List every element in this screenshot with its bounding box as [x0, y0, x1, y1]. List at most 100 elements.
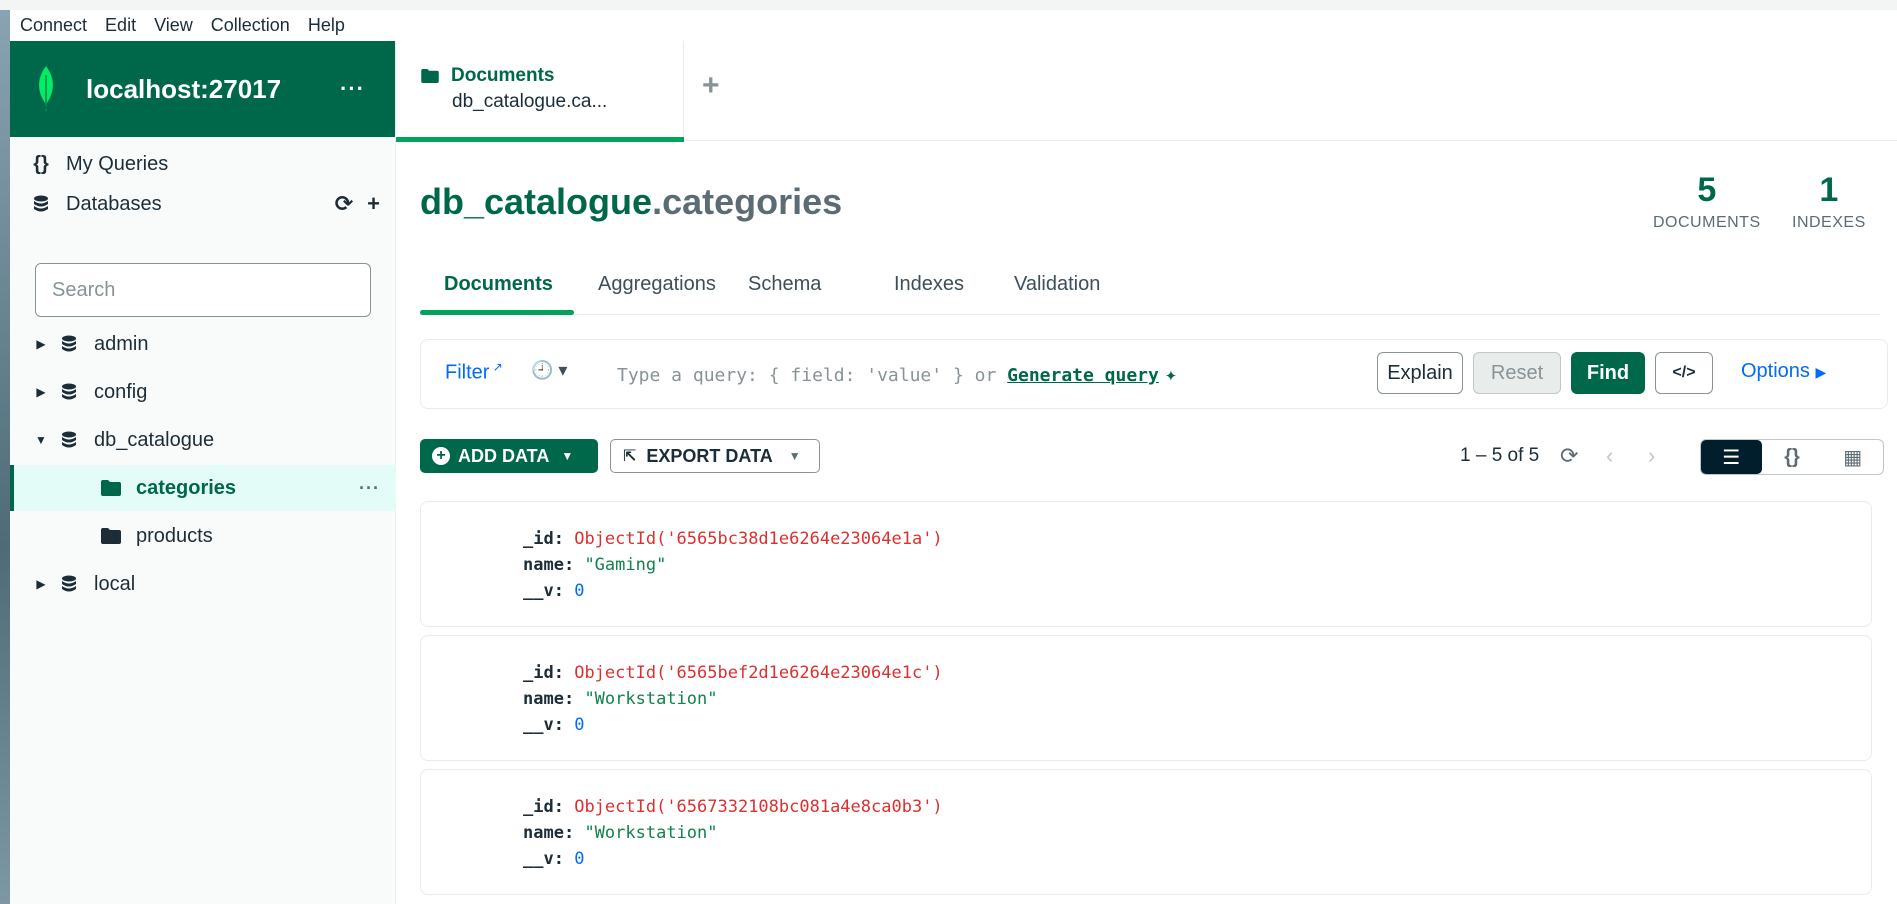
- filter-link[interactable]: Filter ↗: [445, 360, 503, 385]
- sidebar-item-databases[interactable]: Databases ⟳ +: [10, 181, 396, 227]
- window-top-strip: [0, 0, 1897, 10]
- table-view-icon[interactable]: ▦: [1822, 440, 1883, 474]
- menu-connect[interactable]: Connect: [20, 15, 87, 36]
- indexes-label: INDEXES: [1792, 214, 1866, 231]
- folder-icon: [100, 528, 122, 544]
- tab-documents[interactable]: Documents: [444, 273, 553, 296]
- refresh-icon[interactable]: ⟳: [335, 191, 353, 217]
- chevron-right-icon[interactable]: ›: [1648, 443, 1655, 469]
- menu-edit[interactable]: Edit: [105, 15, 136, 36]
- sidebar-item-local[interactable]: ▶ local: [10, 561, 396, 607]
- menu-view[interactable]: View: [154, 15, 193, 36]
- indexes-count: 1: [1819, 171, 1839, 209]
- database-icon: [58, 431, 80, 449]
- database-icon: [58, 383, 80, 401]
- add-data-button[interactable]: + ADD DATA ▼: [420, 439, 598, 473]
- generate-query-link[interactable]: Generate query: [1007, 365, 1159, 386]
- sidebar-search-input[interactable]: Search: [35, 263, 371, 317]
- chevron-down-icon: ▼: [788, 449, 801, 463]
- export-icon: ⇱: [623, 448, 637, 465]
- collection-title: db_catalogue.categories: [420, 181, 842, 223]
- collection-subtabs: Documents Aggregations Schema Indexes Va…: [420, 263, 1880, 315]
- query-history-icon[interactable]: 🕘 ▾: [531, 360, 567, 381]
- folder-icon: [100, 480, 122, 496]
- databases-label: Databases: [66, 192, 162, 215]
- main-panel: Documents db_catalogue.ca... + db_catalo…: [396, 41, 1897, 904]
- db-name: admin: [94, 332, 149, 355]
- caret-down-icon[interactable]: ▼: [34, 433, 48, 447]
- sidebar-item-db-catalogue[interactable]: ▼ db_catalogue: [10, 417, 396, 463]
- menu-help[interactable]: Help: [308, 15, 345, 36]
- sidebar: localhost:27017 ··· {} My Queries Databa…: [10, 41, 396, 904]
- sidebar-item-collection-categories[interactable]: categories ···: [10, 465, 396, 511]
- connection-more-icon[interactable]: ···: [340, 76, 365, 102]
- database-icon: [58, 335, 80, 353]
- chevron-left-icon[interactable]: ‹: [1606, 443, 1613, 469]
- workspace-tab-documents[interactable]: Documents db_catalogue.ca...: [396, 41, 684, 142]
- document-field-v: __v: 0: [523, 849, 585, 869]
- menu-collection[interactable]: Collection: [211, 15, 290, 36]
- find-button[interactable]: Find: [1571, 352, 1645, 394]
- list-view-icon[interactable]: ☰: [1701, 440, 1762, 474]
- workspace-tab-subtitle: db_catalogue.ca...: [452, 91, 608, 112]
- view-toggle-group: ☰ {} ▦: [1700, 439, 1884, 475]
- collection-name: categories: [136, 476, 237, 499]
- explain-button[interactable]: Explain: [1377, 352, 1463, 394]
- reset-button[interactable]: Reset: [1473, 352, 1561, 394]
- query-bar: Filter ↗ 🕘 ▾ Type a query: { field: 'val…: [420, 339, 1888, 409]
- connection-header[interactable]: localhost:27017 ···: [10, 41, 395, 137]
- workspace-tab-title: Documents: [451, 65, 555, 86]
- caret-right-icon[interactable]: ▶: [34, 577, 48, 591]
- indexes-stat: 1 INDEXES: [1792, 171, 1866, 232]
- menubar: Connect Edit View Collection Help: [10, 10, 1897, 40]
- sidebar-item-admin[interactable]: ▶ admin: [10, 321, 396, 367]
- collection-title-name: .categories: [652, 181, 843, 222]
- options-toggle[interactable]: Options ▶: [1741, 360, 1826, 383]
- json-view-icon[interactable]: {}: [1762, 440, 1823, 474]
- tab-active-underline: [396, 137, 684, 142]
- add-database-icon[interactable]: +: [367, 191, 380, 217]
- desktop-background-edge: [0, 10, 10, 904]
- db-name: db_catalogue: [94, 428, 215, 451]
- document-field-name: name: "Workstation": [523, 689, 718, 709]
- active-indicator: [10, 465, 14, 511]
- database-icon: [58, 575, 80, 593]
- plus-circle-icon: +: [432, 447, 450, 465]
- database-icon: [30, 195, 52, 213]
- export-data-button[interactable]: ⇱ EXPORT DATA ▼: [610, 439, 820, 473]
- sparkle-icon: ✦: [1164, 362, 1177, 386]
- workspace-tabstrip: Documents db_catalogue.ca... +: [396, 41, 1897, 142]
- subtab-active-underline: [420, 310, 574, 315]
- pagination-label: 1 – 5 of 5: [1460, 445, 1540, 466]
- caret-right-icon[interactable]: ▶: [34, 385, 48, 399]
- document-field-v: __v: 0: [523, 715, 585, 735]
- folder-icon: [421, 69, 439, 83]
- document-field-id: _id: ObjectId('6565bef2d1e6264e23064e1c'…: [523, 663, 943, 683]
- document-card[interactable]: _id: ObjectId('6567332108bc081a4e8ca0b3'…: [420, 769, 1872, 895]
- tab-aggregations[interactable]: Aggregations: [598, 273, 716, 296]
- tab-indexes[interactable]: Indexes: [894, 273, 964, 296]
- sidebar-item-config[interactable]: ▶ config: [10, 369, 396, 415]
- caret-right-icon: ▶: [1815, 364, 1827, 380]
- caret-right-icon[interactable]: ▶: [34, 337, 48, 351]
- sidebar-item-collection-products[interactable]: products: [10, 513, 396, 559]
- documents-label: DOCUMENTS: [1653, 214, 1761, 231]
- collection-more-icon[interactable]: ···: [359, 478, 380, 499]
- document-field-id: _id: ObjectId('6565bc38d1e6264e23064e1a'…: [523, 529, 943, 549]
- db-name: local: [94, 572, 136, 595]
- document-field-name: name: "Workstation": [523, 823, 718, 843]
- tab-validation[interactable]: Validation: [1014, 273, 1100, 296]
- collection-name: products: [136, 524, 213, 547]
- documents-toolbar: + ADD DATA ▼ ⇱ EXPORT DATA ▼ 1 – 5 of 5 …: [420, 439, 1888, 475]
- refresh-icon[interactable]: ⟳: [1560, 443, 1578, 469]
- tab-schema[interactable]: Schema: [748, 273, 821, 296]
- code-view-button[interactable]: </>: [1655, 352, 1713, 394]
- chevron-down-icon: ▼: [561, 449, 574, 463]
- document-card[interactable]: _id: ObjectId('6565bc38d1e6264e23064e1a'…: [420, 501, 1872, 627]
- document-field-v: __v: 0: [523, 581, 585, 601]
- documents-stat: 5 DOCUMENTS: [1653, 171, 1761, 232]
- document-card[interactable]: _id: ObjectId('6565bef2d1e6264e23064e1c'…: [420, 635, 1872, 761]
- documents-count: 5: [1697, 171, 1717, 209]
- query-input[interactable]: Type a query: { field: 'value' } or Gene…: [617, 362, 1177, 386]
- new-tab-plus-icon[interactable]: +: [702, 69, 720, 103]
